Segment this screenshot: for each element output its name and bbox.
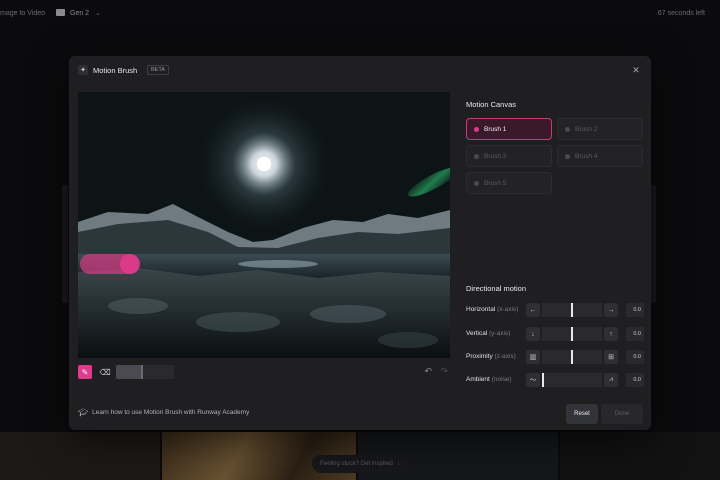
magic-wand-icon: ✦ <box>78 65 88 75</box>
vertical-axis-label: (y-axis) <box>489 330 511 337</box>
ambient-motion-row: Ambient (noise) 〜 ⩘ 0.0 <box>466 373 646 387</box>
arrow-up-icon[interactable]: ↑ <box>604 327 618 341</box>
feeling-stuck-button[interactable]: Feeling stuck? Get inspired ↓ <box>312 455 408 473</box>
ambient-noise-label: (noise) <box>491 376 512 383</box>
brush-1-label: Brush 1 <box>484 125 507 133</box>
feeling-stuck-label: Feeling stuck? Get inspired <box>320 461 393 467</box>
brush-4-button[interactable]: Brush 4 <box>557 145 643 167</box>
brush-5-button[interactable]: Brush 5 <box>466 172 552 194</box>
wave-high-icon[interactable]: ⩘ <box>604 373 618 387</box>
academy-link[interactable]: 🎓︎ Learn how to use Motion Brush with Ru… <box>78 408 249 417</box>
brush-2-button[interactable]: Brush 2 <box>557 118 643 140</box>
brush-color-dot <box>474 180 479 186</box>
brush-color-dot <box>565 153 570 159</box>
redo-icon[interactable]: ↷ <box>440 366 448 377</box>
proximity-label: Proximity <box>466 353 493 360</box>
image-canvas[interactable] <box>78 92 450 358</box>
brush-size-fill <box>116 365 143 379</box>
brush-tool-icon[interactable]: ✎ <box>78 365 92 379</box>
reset-button[interactable]: Reset <box>566 404 598 424</box>
brush-color-dot <box>474 153 479 159</box>
vertical-motion-row: Vertical (y-axis) ↓ ↑ 0.0 <box>466 327 646 341</box>
arrow-right-icon[interactable]: → <box>604 303 618 317</box>
brush-2-label: Brush 2 <box>575 125 598 133</box>
brush-size-slider[interactable] <box>116 365 174 379</box>
undo-icon[interactable]: ↶ <box>424 366 432 377</box>
brush-3-label: Brush 3 <box>484 152 507 160</box>
brush-1-button[interactable]: Brush 1 <box>466 118 552 140</box>
brush-size-knob[interactable] <box>141 365 144 379</box>
motion-canvas-title: Motion Canvas <box>466 100 517 109</box>
wave-low-icon[interactable]: 〜 <box>526 373 540 387</box>
arrow-down-icon[interactable]: ↓ <box>526 327 540 341</box>
ambient-label: Ambient <box>466 376 490 383</box>
modal-header: ✦ Motion Brush BETA ✕ <box>69 56 651 84</box>
horizontal-slider-knob[interactable] <box>571 303 573 317</box>
brush-5-label: Brush 5 <box>484 179 507 187</box>
horizontal-motion-row: Horizontal (x-axis) ← → 0.0 <box>466 303 646 317</box>
ambient-slider-knob[interactable] <box>542 373 544 387</box>
background-panel-left <box>62 185 68 303</box>
breadcrumb-tool[interactable]: mage to Video <box>0 10 45 17</box>
motion-brush-modal: ✦ Motion Brush BETA ✕ ✎ ⌫ ↶ ↷ Motion Can… <box>69 56 651 430</box>
proximity-axis-label: (z-axis) <box>494 353 516 360</box>
brush-3-button[interactable]: Brush 3 <box>466 145 552 167</box>
horizontal-axis-label: (x-axis) <box>497 306 519 313</box>
eraser-tool-icon[interactable]: ⌫ <box>98 365 112 379</box>
horizontal-value[interactable]: 0.0 <box>626 303 644 317</box>
top-bar: mage to Video Gen 2 ⌄ 67 seconds left <box>0 0 720 28</box>
proximity-slider[interactable] <box>542 350 602 364</box>
academy-link-label: Learn how to use Motion Brush with Runwa… <box>92 409 250 416</box>
brush-toolbar: ✎ ⌫ ↶ ↷ <box>78 363 450 381</box>
vertical-slider[interactable] <box>542 327 602 341</box>
zoom-in-icon[interactable]: ⊞ <box>604 350 618 364</box>
proximity-slider-knob[interactable] <box>571 350 573 364</box>
arrow-down-icon: ↓ <box>396 461 400 467</box>
breadcrumb-folder[interactable]: Gen 2 <box>70 10 89 17</box>
close-icon[interactable]: ✕ <box>630 64 642 76</box>
chevron-down-icon[interactable]: ⌄ <box>95 9 101 17</box>
brush-4-label: Brush 4 <box>575 152 598 160</box>
vertical-label: Vertical <box>466 330 488 337</box>
beta-badge: BETA <box>147 65 169 75</box>
vertical-slider-knob[interactable] <box>571 327 573 341</box>
credits-time-left: 67 seconds left <box>657 10 705 17</box>
ambient-value[interactable]: 0.0 <box>626 373 644 387</box>
background-thumbnail-4 <box>560 432 720 480</box>
horizontal-label: Horizontal <box>466 306 496 313</box>
folder-icon <box>56 9 65 16</box>
ambient-slider[interactable] <box>542 373 602 387</box>
brush-color-dot <box>565 126 570 132</box>
modal-title: Motion Brush <box>93 66 138 75</box>
moon <box>257 157 271 171</box>
directional-motion-title: Directional motion <box>466 284 527 293</box>
graduation-cap-icon: 🎓︎ <box>78 408 89 417</box>
done-button[interactable]: Done <box>601 404 643 424</box>
horizontal-slider[interactable] <box>542 303 602 317</box>
vertical-value[interactable]: 0.0 <box>626 327 644 341</box>
zoom-out-icon[interactable]: ▥ <box>526 350 540 364</box>
brush-color-dot <box>474 126 479 132</box>
background-thumbnail-1 <box>0 432 160 480</box>
arrow-left-icon[interactable]: ← <box>526 303 540 317</box>
landscape-image <box>78 92 450 358</box>
proximity-motion-row: Proximity (z-axis) ▥ ⊞ 0.0 <box>466 350 646 364</box>
proximity-value[interactable]: 0.0 <box>626 350 644 364</box>
brush-cursor <box>120 254 140 274</box>
